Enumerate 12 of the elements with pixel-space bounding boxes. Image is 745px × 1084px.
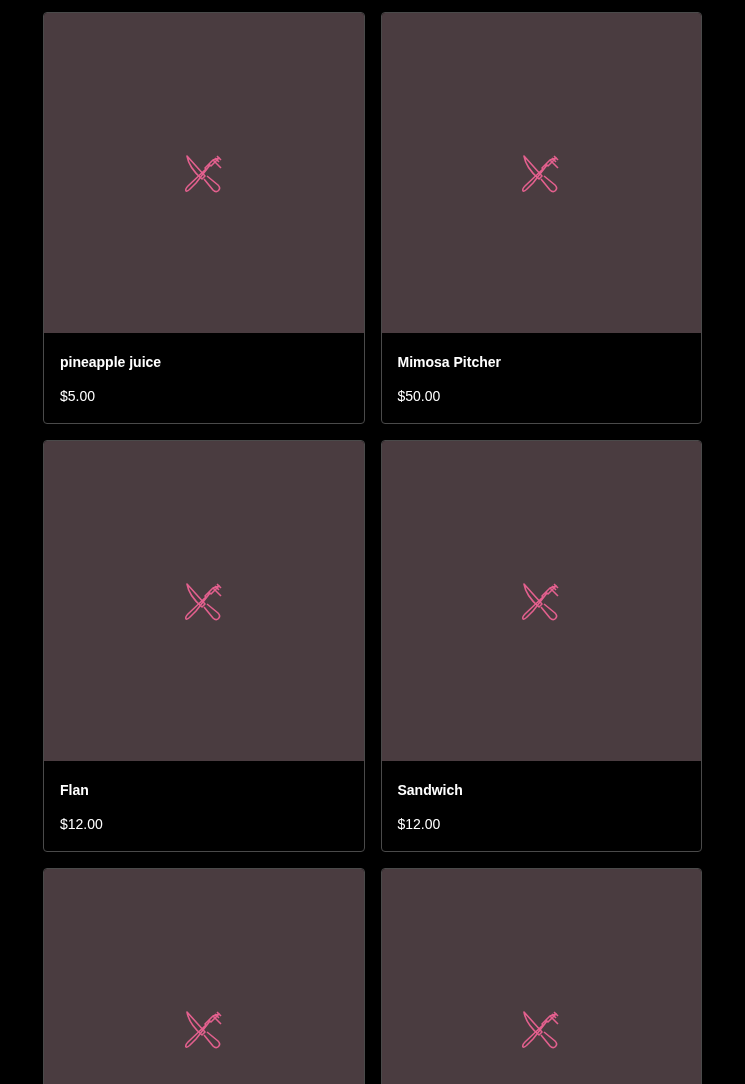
product-name: pineapple juice [60,353,163,372]
product-name: Sandwich [397,781,464,800]
product-name: Mimosa Pitcher [397,353,502,372]
product-card[interactable]: Mimosa Pitcher $50.00 [380,12,702,424]
product-price: $5.00 [60,387,97,406]
product-price: $12.00 [397,815,442,834]
product-card[interactable]: Sandwich $12.00 [380,440,702,852]
product-price: $12.00 [60,815,104,834]
product-card[interactable]: pineapple juice $5.00 [43,12,365,424]
product-name: Flan [60,781,90,800]
product-card[interactable]: Flan $12.00 [43,440,365,852]
product-price: $50.00 [397,387,442,406]
